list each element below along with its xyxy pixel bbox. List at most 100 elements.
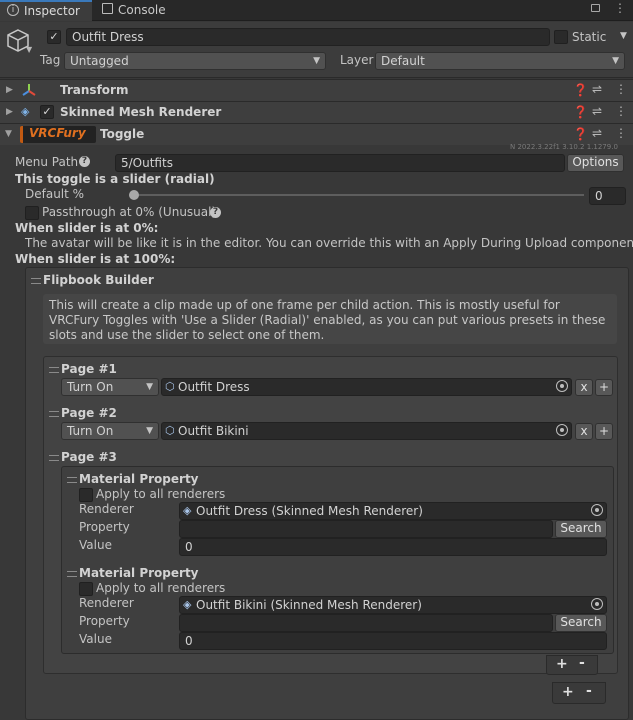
tab-inspector-label: Inspector (24, 4, 80, 18)
object-picker-icon[interactable] (591, 504, 603, 516)
toggle-title: Toggle (100, 127, 145, 141)
layer-label: Layer (340, 53, 374, 67)
property-field[interactable] (179, 614, 553, 632)
static-label: Static (572, 30, 607, 44)
drag-handle[interactable] (31, 278, 41, 284)
info-icon: i (7, 4, 19, 16)
component-menu-icon[interactable]: ⋮ (615, 82, 627, 96)
skinned-mesh-renderer-header[interactable]: ▶ ◈ ✓ Skinned Mesh Renderer ❓ ⇌ ⋮ (0, 101, 633, 123)
add-button[interactable]: + (595, 379, 613, 396)
pages-list-footer: + - (552, 682, 606, 704)
static-dropdown-arrow-icon[interactable]: ▼ (620, 31, 627, 41)
foldout-collapsed-icon[interactable]: ▶ (6, 85, 13, 95)
flipbook-builder-panel: Flipbook Builder This will create a clip… (25, 267, 629, 720)
console-icon (102, 3, 113, 14)
menu-path-label: Menu Path (15, 155, 79, 169)
slider-heading: This toggle is a slider (radial) (15, 172, 215, 186)
menu-path-help-icon[interactable]: ? (79, 156, 90, 167)
object-field[interactable]: ⬡ Outfit Dress (161, 378, 572, 396)
object-name-field[interactable]: Outfit Dress (66, 28, 550, 46)
drag-handle[interactable] (49, 455, 59, 461)
drag-handle[interactable] (67, 477, 77, 483)
page3-list-footer: + - (546, 655, 598, 675)
apply-all-checkbox[interactable] (79, 582, 93, 596)
vrcfury-toggle-header[interactable]: ▼ VRCFury Toggle ❓ ⇌ ⋮ (0, 123, 633, 145)
apply-all-checkbox[interactable] (79, 488, 93, 502)
lock-icon[interactable] (591, 4, 600, 12)
slider-track (129, 194, 584, 196)
presets-icon[interactable]: ⇌ (592, 82, 602, 96)
object-picker-icon[interactable] (556, 380, 568, 392)
material-property-title: Material Property (79, 566, 199, 580)
transform-header[interactable]: ▶ Transform ❓ ⇌ ⋮ (0, 79, 633, 101)
presets-icon[interactable]: ⇌ (592, 126, 602, 140)
default-percent-field[interactable]: 0 (589, 187, 626, 205)
value-field[interactable]: 0 (179, 538, 607, 556)
layer-dropdown[interactable]: Default ▼ (375, 52, 625, 70)
foldout-expanded-icon[interactable]: ▼ (5, 129, 12, 139)
tab-console-label: Console (118, 3, 166, 17)
action-type-dropdown[interactable]: Turn On ▼ (61, 422, 159, 440)
smr-enabled-checkbox[interactable]: ✓ (40, 105, 54, 119)
object-field[interactable]: ⬡ Outfit Bikini (161, 422, 572, 440)
drag-handle[interactable] (49, 411, 59, 417)
drag-handle[interactable] (67, 571, 77, 577)
search-button[interactable]: Search (555, 614, 607, 632)
tag-label: Tag (40, 53, 61, 67)
tag-dropdown[interactable]: Untagged ▼ (64, 52, 326, 70)
passthrough-checkbox[interactable] (25, 206, 39, 220)
static-checkbox[interactable] (554, 30, 568, 44)
vrcfury-logo-text: VRCFury (29, 126, 86, 140)
tab-inspector[interactable]: i Inspector (0, 0, 92, 21)
renderer-field[interactable]: ◈ Outfit Dress (Skinned Mesh Renderer) (179, 502, 607, 520)
add-action-button[interactable]: + (556, 656, 568, 672)
chevron-down-icon: ▼ (313, 56, 320, 66)
menu-path-field[interactable]: 5/Outfits (115, 154, 565, 172)
at0-text: The avatar will be like it is in the edi… (25, 236, 633, 250)
passthrough-help-icon[interactable]: ? (210, 207, 221, 218)
remove-button[interactable]: x (575, 423, 593, 440)
help-icon[interactable]: ❓ (573, 127, 588, 141)
passthrough-label: Passthrough at 0% (Unusual) (42, 205, 217, 219)
help-icon[interactable]: ❓ (573, 105, 588, 119)
value-label: Value (79, 632, 112, 646)
remove-page-button[interactable]: - (586, 683, 592, 699)
help-icon[interactable]: ❓ (573, 83, 588, 97)
foldout-collapsed-icon[interactable]: ▶ (6, 107, 13, 117)
active-checkbox[interactable]: ✓ (47, 30, 61, 44)
property-field[interactable] (179, 520, 553, 538)
remove-button[interactable]: x (575, 379, 593, 396)
skinned-mesh-icon: ◈ (21, 105, 30, 118)
at0-heading: When slider is at 0%: (15, 221, 159, 235)
skinned-mesh-icon: ◈ (183, 598, 192, 611)
options-button[interactable]: Options (567, 154, 624, 172)
renderer-field[interactable]: ◈ Outfit Bikini (Skinned Mesh Renderer) (179, 596, 607, 614)
chevron-down-icon: ▼ (612, 56, 619, 66)
value-field[interactable]: 0 (179, 632, 607, 650)
default-percent-slider[interactable] (129, 189, 584, 201)
vrcfury-logo: VRCFury (20, 126, 96, 143)
component-menu-icon[interactable]: ⋮ (615, 104, 627, 118)
add-page-button[interactable]: + (562, 684, 574, 700)
slider-thumb[interactable] (129, 190, 139, 200)
object-field-value: Outfit Dress (178, 380, 250, 394)
add-button[interactable]: + (595, 423, 613, 440)
transform-title: Transform (60, 83, 129, 97)
presets-icon[interactable]: ⇌ (592, 104, 602, 118)
renderer-label: Renderer (79, 502, 134, 516)
tab-bar (0, 0, 633, 21)
tab-console[interactable]: Console (100, 0, 180, 21)
skinned-mesh-icon: ◈ (183, 504, 192, 517)
object-picker-icon[interactable] (556, 424, 568, 436)
icon-dropdown-arrow-icon[interactable]: ▼ (26, 45, 32, 54)
action-type-dropdown[interactable]: Turn On ▼ (61, 378, 159, 396)
drag-handle[interactable] (49, 367, 59, 373)
more-menu-icon[interactable]: ⋮ (614, 1, 626, 15)
chevron-down-icon: ▼ (146, 426, 153, 436)
value-label: Value (79, 538, 112, 552)
page3-actions-panel: Material Property Apply to all renderers… (61, 466, 614, 654)
remove-action-button[interactable]: - (579, 655, 585, 671)
search-button[interactable]: Search (555, 520, 607, 538)
component-menu-icon[interactable]: ⋮ (615, 126, 627, 140)
object-picker-icon[interactable] (591, 598, 603, 610)
